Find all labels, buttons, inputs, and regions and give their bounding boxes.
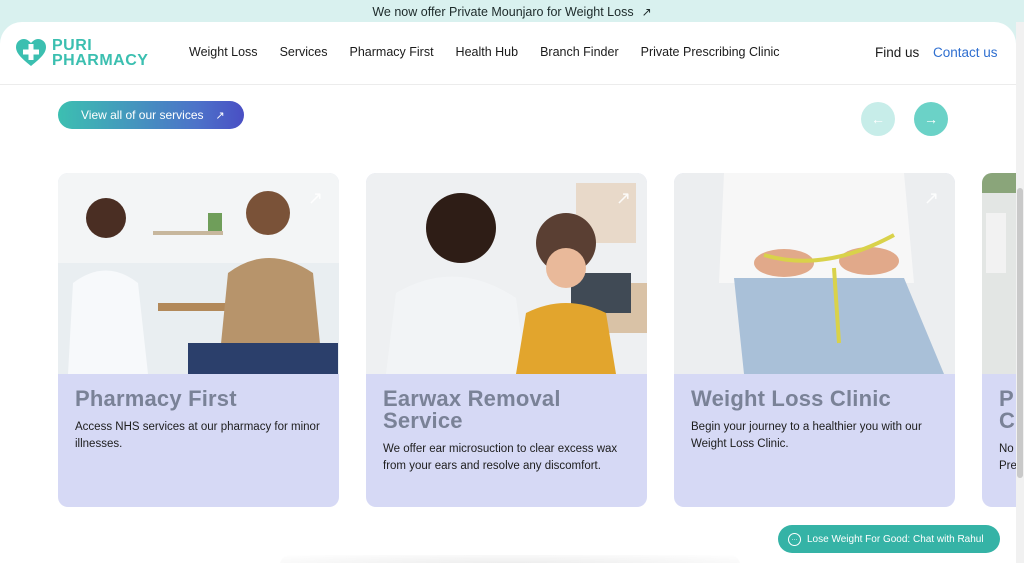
- arrow-right-icon: →: [924, 111, 938, 127]
- announcement-bar[interactable]: We now offer Private Mounjaro for Weight…: [0, 0, 1024, 24]
- nav-item-pharmacy-first[interactable]: Pharmacy First: [350, 45, 434, 59]
- nav-item-branch-finder[interactable]: Branch Finder: [540, 45, 619, 59]
- chat-bubble-icon: …: [788, 532, 801, 546]
- partial-card-image: [982, 173, 1016, 374]
- card-description: No Pre: [999, 443, 1016, 472]
- waist-measurement-image: [674, 173, 955, 374]
- site-header: PURI PHARMACY Weight Loss Services Pharm…: [0, 22, 1016, 85]
- nav-item-services[interactable]: Services: [280, 45, 328, 59]
- carousel-prev-button[interactable]: ←: [861, 102, 895, 136]
- ear-examination-image: [366, 173, 647, 374]
- partial-card-photo: [982, 173, 1016, 374]
- page: PURI PHARMACY Weight Loss Services Pharm…: [0, 22, 1016, 563]
- chat-with-rahul-button[interactable]: … Lose Weight For Good: Chat with Rahul: [778, 525, 1000, 553]
- scrollbar-thumb[interactable]: [1017, 188, 1023, 478]
- ear-examination-photo: ↗: [366, 173, 647, 374]
- arrow-up-right-icon: ↗: [215, 109, 225, 122]
- service-card-partial[interactable]: P C No Pre: [982, 173, 1016, 507]
- carousel-next-button[interactable]: →: [914, 102, 948, 136]
- view-all-services-label: View all of our services: [81, 108, 204, 122]
- card-title: P C: [999, 386, 1016, 433]
- external-arrow-icon: ↗: [641, 5, 652, 19]
- card-description: Access NHS services at our pharmacy for …: [75, 421, 320, 450]
- service-card-weight-loss-clinic[interactable]: ↗ Weight Loss Clinic Begin your journey …: [674, 173, 955, 507]
- pharmacist-consultation-photo: ↗: [58, 173, 339, 374]
- service-card-earwax-removal[interactable]: ↗ Earwax Removal Service We offer ear mi…: [366, 173, 647, 507]
- service-card-pharmacy-first[interactable]: ↗ Pharmacy First Access NHS services at …: [58, 173, 339, 507]
- chat-label: Lose Weight For Good: Chat with Rahul: [807, 533, 984, 545]
- arrow-up-right-icon: ↗: [307, 188, 323, 208]
- nav-item-private-prescribing-clinic[interactable]: Private Prescribing Clinic: [641, 45, 780, 59]
- contact-us-link[interactable]: Contact us: [933, 45, 998, 60]
- nav-item-health-hub[interactable]: Health Hub: [456, 45, 519, 59]
- main-nav: Weight Loss Services Pharmacy First Heal…: [189, 45, 802, 59]
- nav-item-weight-loss[interactable]: Weight Loss: [189, 45, 258, 59]
- card-description: Begin your journey to a healthier you wi…: [691, 421, 922, 450]
- brand-logo[interactable]: PURI PHARMACY: [16, 37, 149, 69]
- announcement-text[interactable]: We now offer Private Mounjaro for Weight…: [372, 5, 633, 19]
- card-title: Earwax Removal Service: [383, 386, 561, 433]
- card-description: We offer ear microsuction to clear exces…: [383, 443, 618, 472]
- view-all-services-button[interactable]: View all of our services ↗: [58, 101, 244, 129]
- arrow-up-right-icon: ↗: [615, 188, 631, 208]
- section-shadow: [280, 555, 740, 563]
- waist-measurement-photo: ↗: [674, 173, 955, 374]
- pharmacist-consultation-image: [58, 173, 339, 374]
- arrow-up-right-icon: ↗: [923, 188, 939, 208]
- heart-cross-logo-icon: [16, 39, 46, 66]
- brand-line-1: PURI: [52, 37, 93, 54]
- card-title: Pharmacy First: [75, 386, 237, 411]
- find-us-link[interactable]: Find us: [875, 45, 919, 60]
- brand-line-2: PHARMACY: [52, 52, 149, 69]
- arrow-left-icon: ←: [871, 111, 885, 127]
- card-title: Weight Loss Clinic: [691, 386, 891, 411]
